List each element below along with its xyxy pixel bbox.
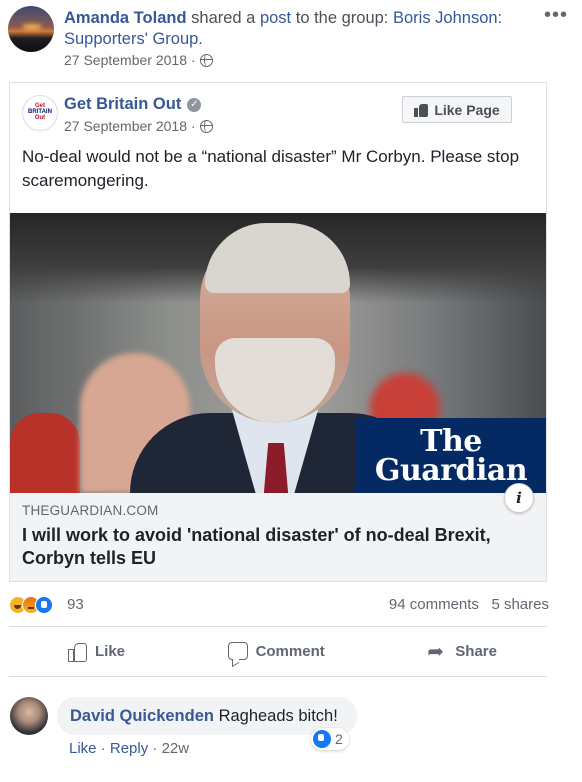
comment-meta-separator: · — [152, 740, 158, 757]
divider — [9, 626, 547, 627]
author-name-link[interactable]: Amanda Toland — [64, 9, 187, 27]
guardian-logo-line-1: The — [420, 424, 482, 459]
globe-icon — [199, 53, 213, 67]
comment-reaction-count: 2 — [335, 731, 343, 747]
share-button[interactable]: Share — [427, 639, 497, 663]
shared-post-card: Get BRITAIN Out Get Britain Out ✓ 27 Sep… — [9, 82, 547, 582]
guardian-logo: The Guardian — [356, 418, 546, 493]
page-avatar[interactable]: Get BRITAIN Out — [22, 95, 58, 131]
shares-count-link[interactable]: 5 shares — [491, 596, 549, 613]
divider — [9, 676, 547, 677]
thumbs-up-icon — [414, 103, 429, 117]
reactions-summary: 93 94 comments 5 shares — [9, 592, 549, 618]
page-post-header: Get BRITAIN Out Get Britain Out ✓ 27 Sep… — [10, 83, 546, 213]
comment-reactions[interactable]: 2 — [311, 728, 349, 750]
comment-like-link[interactable]: Like — [69, 740, 97, 757]
page-meta: 27 September 2018 · — [64, 118, 213, 134]
comment-meta-separator: · — [100, 740, 106, 757]
post-text: No-deal would not be a “national disaste… — [22, 147, 520, 190]
guardian-logo-line-2: Guardian — [374, 453, 528, 488]
to-text: to the group: — [295, 9, 389, 27]
background-person-red — [10, 413, 80, 493]
comment-meta: Like · Reply · 22w — [69, 740, 189, 757]
more-dots-icon[interactable]: ••• — [544, 4, 568, 27]
comment-label: Comment — [255, 642, 325, 660]
share-date[interactable]: 27 September 2018 · — [64, 52, 196, 68]
page-post-date[interactable]: 27 September 2018 · — [64, 118, 196, 134]
link-preview-text[interactable]: THEGUARDIAN.COM I will work to avoid 'na… — [10, 493, 546, 581]
comment-bubble-icon — [227, 642, 248, 660]
like-reaction-icon — [35, 596, 53, 614]
like-button[interactable]: Like — [67, 641, 126, 662]
commenter-name-link[interactable]: David Quickenden — [70, 707, 214, 725]
share-meta: 27 September 2018 · — [64, 52, 213, 68]
post-link[interactable]: post — [260, 9, 291, 27]
post-actions: Like Comment Share — [9, 630, 547, 672]
page-name-row: Get Britain Out ✓ — [64, 95, 202, 114]
like-page-button[interactable]: Like Page — [402, 96, 512, 123]
comments-shares: 94 comments 5 shares — [389, 596, 549, 613]
reaction-icons[interactable] — [9, 596, 53, 614]
comment-age[interactable]: 22w — [162, 740, 190, 757]
author-avatar[interactable] — [8, 6, 54, 52]
comment-reply-link[interactable]: Reply — [110, 740, 148, 757]
comments-count-link[interactable]: 94 comments — [389, 596, 479, 613]
comment-text: Ragheads bitch! — [218, 707, 338, 725]
page-avatar-line-3: Out — [34, 115, 46, 121]
share-label: Share — [455, 642, 497, 660]
page-name-link[interactable]: Get Britain Out — [64, 95, 181, 114]
like-reaction-icon — [313, 730, 331, 748]
share-arrow-icon — [427, 639, 447, 663]
share-line: Amanda Toland shared a post to the group… — [64, 8, 514, 50]
reaction-count[interactable]: 93 — [67, 596, 84, 613]
shared-text: shared a — [191, 9, 256, 27]
link-title[interactable]: I will work to avoid 'national disaster'… — [22, 524, 522, 570]
comment-button[interactable]: Comment — [227, 642, 325, 660]
thumbs-up-icon — [67, 641, 87, 662]
comment-bubble: David Quickenden Ragheads bitch! — [57, 697, 357, 735]
link-preview-image[interactable]: The Guardian — [10, 213, 546, 493]
share-header: Amanda Toland shared a post to the group… — [0, 0, 582, 80]
info-icon[interactable]: i — [504, 483, 534, 513]
verified-icon: ✓ — [187, 97, 202, 112]
globe-icon — [199, 119, 213, 133]
link-domain: THEGUARDIAN.COM — [22, 503, 159, 518]
like-label: Like — [95, 642, 126, 660]
like-page-label: Like Page — [434, 101, 500, 118]
commenter-avatar[interactable] — [10, 697, 48, 735]
